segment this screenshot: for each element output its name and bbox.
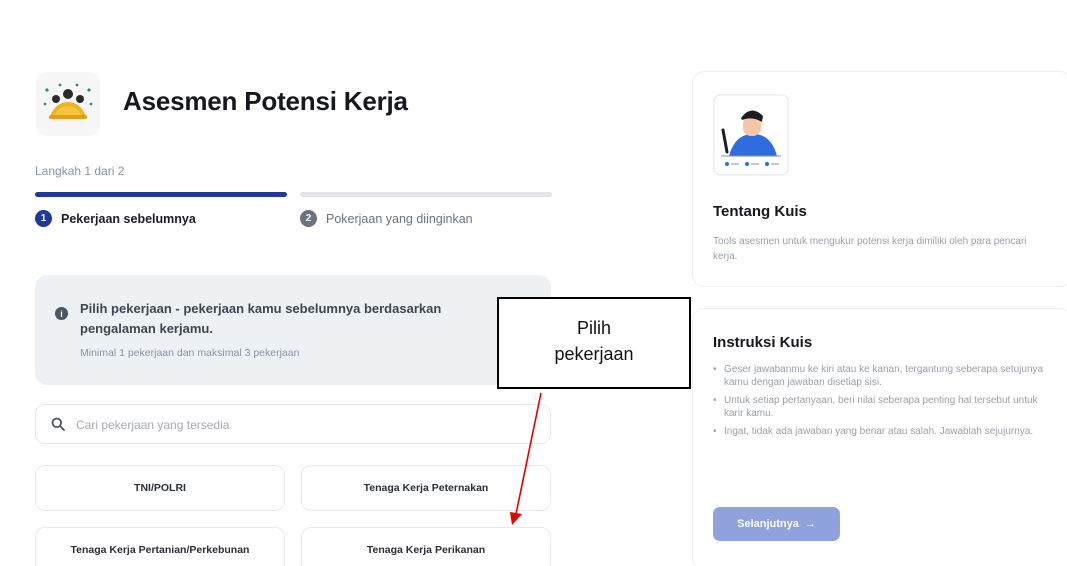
next-button-label: Selanjutnya: [737, 518, 799, 530]
instruction-item: Untuk setiap pertanyaan, beri nilai sebe…: [713, 395, 1053, 420]
about-quiz-card: Tentang Kuis Tools asesmen untuk menguku…: [692, 71, 1067, 287]
instruction-item: Ingat, tidak ada jawaban yang benar atau…: [713, 426, 1053, 439]
about-quiz-description: Tools asesmen untuk mengukur potensi ker…: [713, 236, 1027, 262]
about-quiz-title: Tentang Kuis: [713, 203, 807, 220]
instruction-item: Geser jawabanmu ke kiri atau ke kanan, t…: [713, 364, 1053, 389]
quiz-instructions-title: Instruksi Kuis: [713, 334, 813, 351]
quiz-illustration-icon: [713, 94, 789, 176]
next-button[interactable]: Selanjutnya →: [713, 507, 840, 541]
instructions-list: Geser jawabanmu ke kiri atau ke kanan, t…: [713, 364, 1053, 445]
arrow-right-icon: →: [804, 518, 816, 530]
quiz-instructions-card: Instruksi Kuis Geser jawabanmu ke kiri a…: [692, 308, 1067, 566]
